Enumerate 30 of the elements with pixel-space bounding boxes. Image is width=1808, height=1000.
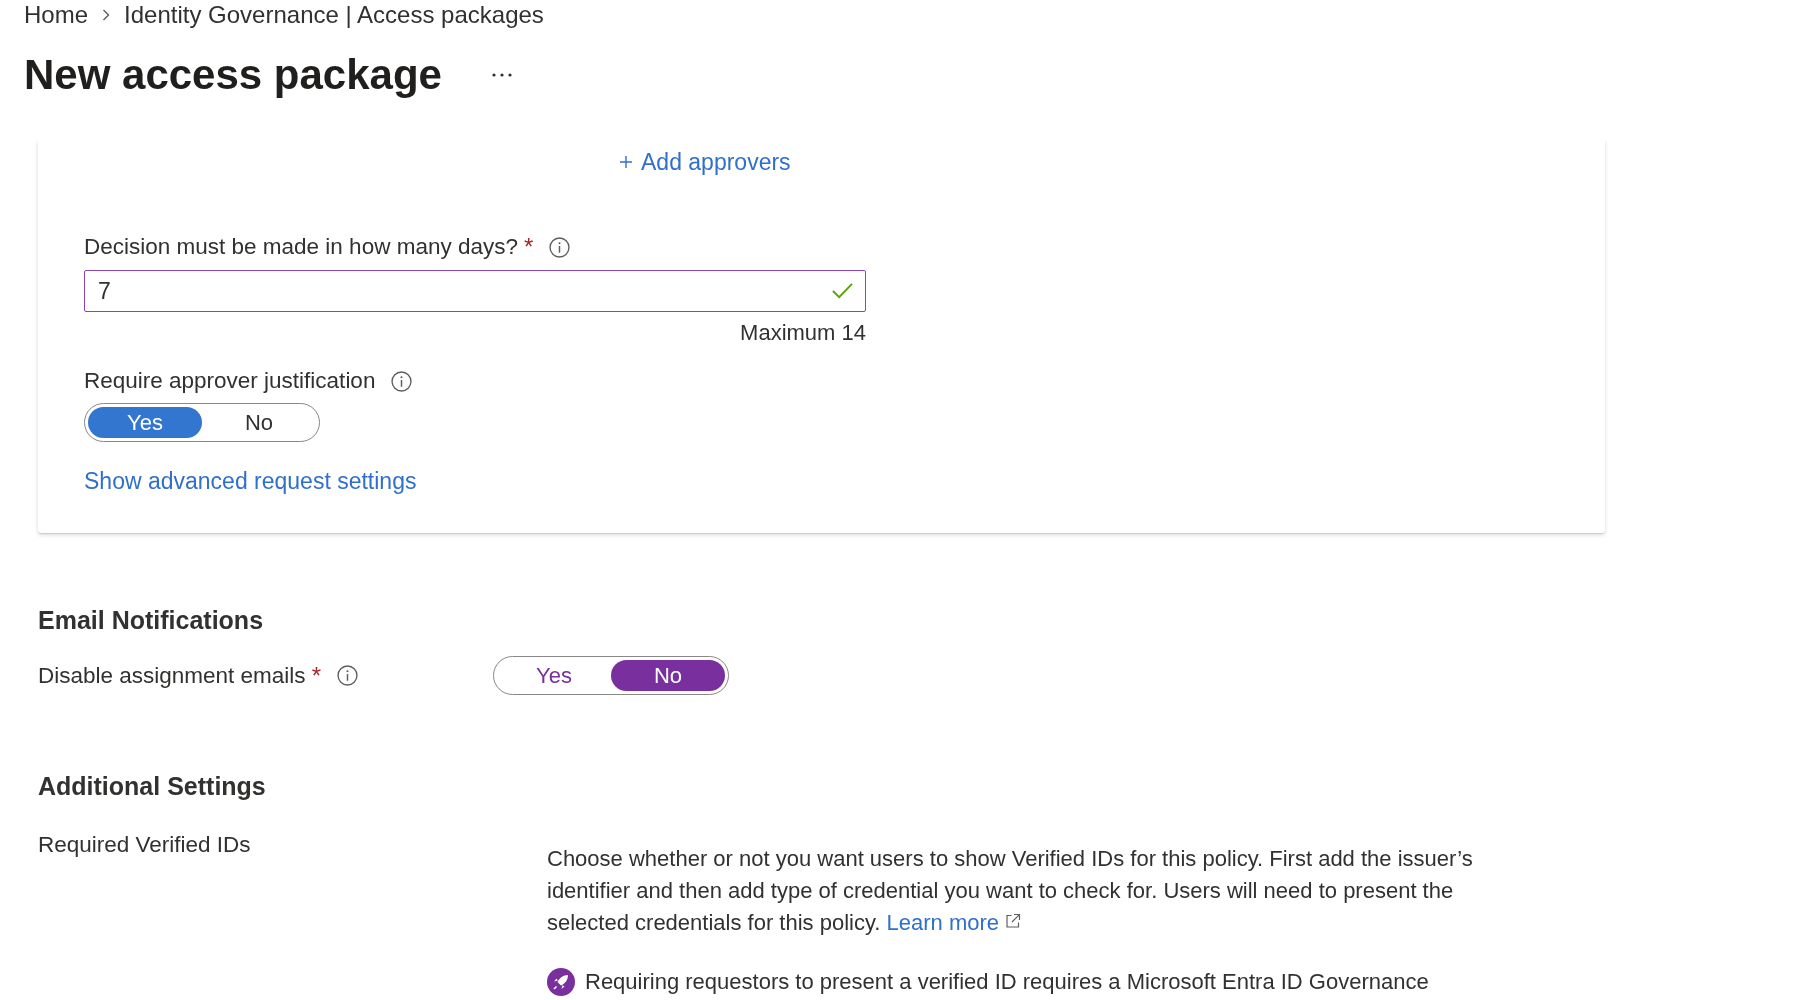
page-title: New access package [24, 52, 442, 98]
info-icon[interactable] [549, 236, 571, 258]
advanced-settings-link[interactable]: Show advanced request settings [84, 466, 417, 496]
maximum-hint: Maximum 14 [740, 320, 866, 346]
plus-icon [620, 156, 632, 168]
toggle-option[interactable]: No [611, 660, 725, 691]
learn-more-link[interactable]: Learn more [886, 910, 1022, 935]
toggle-option[interactable]: Yes [497, 660, 611, 691]
required-asterisk: * [311, 660, 321, 691]
toggle-option[interactable]: No [202, 407, 316, 438]
rocket-icon [547, 968, 575, 996]
breadcrumb-link[interactable]: Home [24, 0, 89, 30]
field-label: Decision must be made in how many days? [84, 233, 518, 261]
add-approvers-button[interactable]: Add approvers [620, 148, 791, 176]
section-heading: Additional Settings [38, 771, 266, 802]
field-label: Disable assignment emails [38, 661, 306, 690]
chevron-right-icon [102, 9, 111, 21]
toggle-option[interactable]: Yes [88, 407, 202, 438]
section-heading: Email Notifications [38, 605, 264, 636]
required-asterisk: * [523, 232, 534, 262]
field-label: Required Verified IDs [38, 831, 251, 859]
info-icon[interactable] [336, 665, 358, 686]
more-icon [491, 73, 512, 77]
external-link-icon [1005, 913, 1022, 929]
field-label: Require approver justification [84, 367, 376, 395]
days-input-field[interactable]: 7 [84, 270, 866, 312]
verified-ids-description: Choose whether or not you want users to show Verified IDs for this policy. First add the issuer’s identifier and then add type of credential you want to check for. Users will need to present the selected credentials for this policy. Learn more [547, 845, 1474, 937]
breadcrumb-link[interactable]: Identity Governance | Access packages [124, 0, 544, 30]
license-notice: Requiring requestors to present a verified ID requires a Microsoft Entra ID Governance [585, 968, 1429, 996]
info-icon[interactable] [391, 370, 413, 392]
